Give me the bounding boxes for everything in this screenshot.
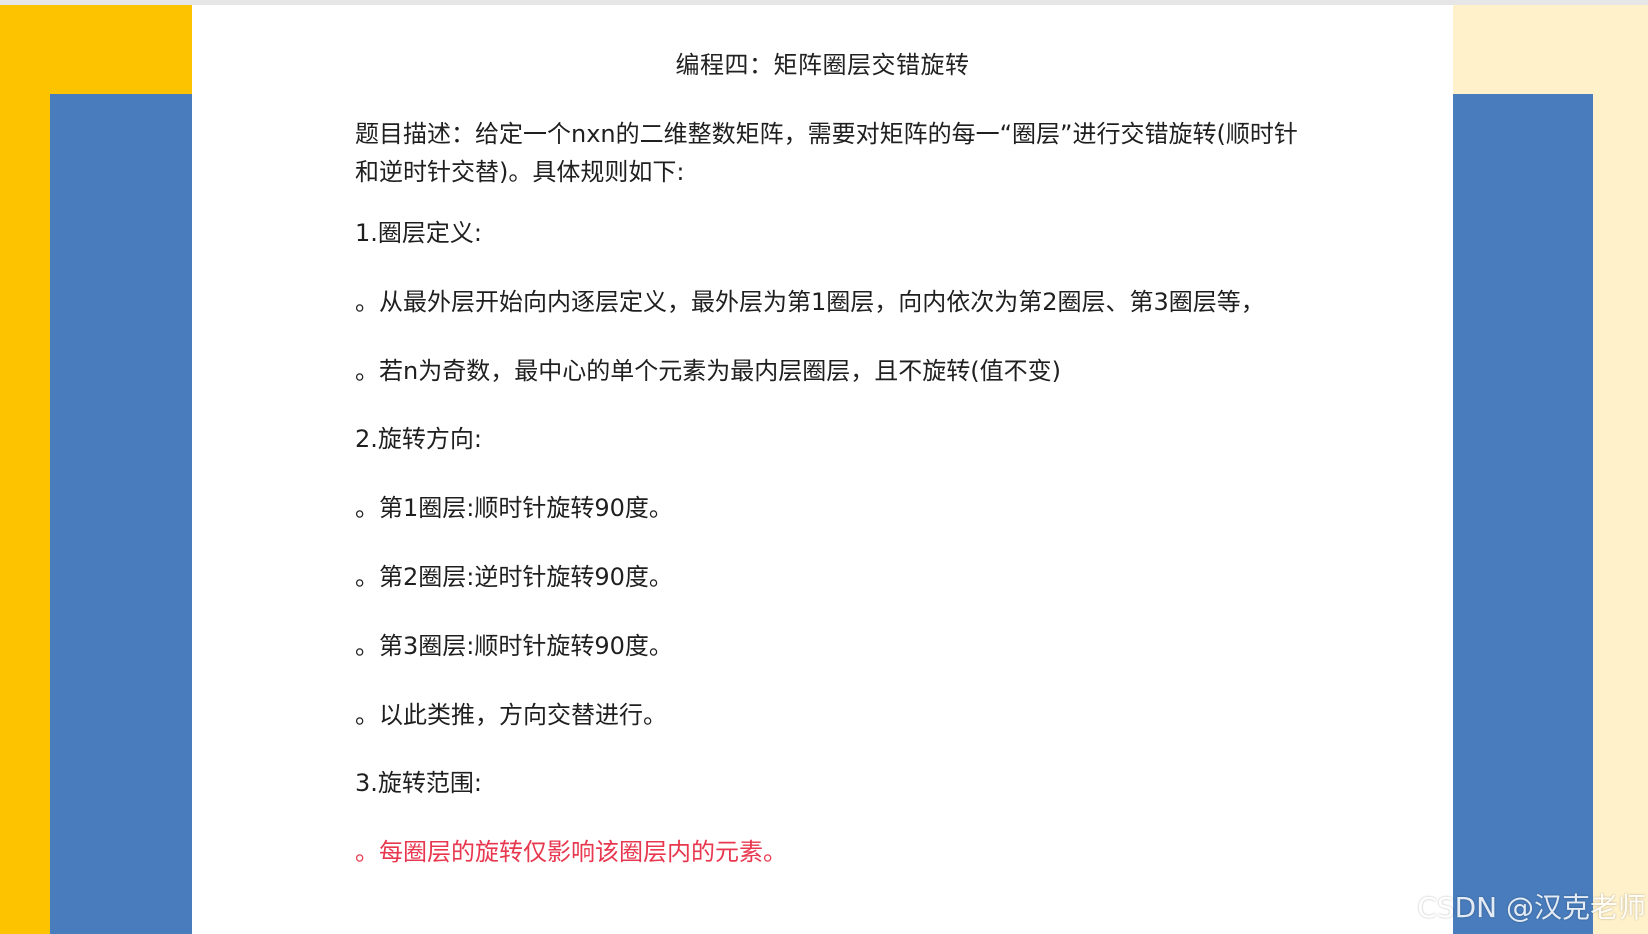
section-1-heading: 1.圈层定义: bbox=[355, 219, 482, 247]
section-2-heading: 2.旋转方向: bbox=[355, 425, 482, 453]
problem-description: 题目描述：给定一个nxn的二维整数矩阵，需要对矩阵的每一“圈层”进行交错旋转(顺… bbox=[355, 120, 1298, 186]
decor-blue-panel-left bbox=[50, 94, 192, 934]
watermark: CSDN @汉克老师 bbox=[1417, 891, 1646, 924]
page-title: 编程四：矩阵圈层交错旋转 bbox=[675, 51, 970, 79]
slide-page: 编程四：矩阵圈层交错旋转 题目描述：给定一个nxn的二维整数矩阵，需要对矩阵的每… bbox=[192, 5, 1453, 934]
decor-blue-panel-right bbox=[1453, 94, 1593, 934]
section-2-item-4: 。以此类推，方向交替进行。 bbox=[355, 701, 667, 729]
section-2-item-1: 。第1圈层:顺时针旋转90度。 bbox=[355, 494, 673, 522]
section-2-item-2: 。第2圈层:逆时针旋转90度。 bbox=[355, 563, 673, 591]
description-block: 题目描述：给定一个nxn的二维整数矩阵，需要对矩阵的每一“圈层”进行交错旋转(顺… bbox=[355, 115, 1315, 191]
section-2-item-3: 。第3圈层:顺时针旋转90度。 bbox=[355, 632, 673, 660]
section-1-item-1: 。从最外层开始向内逐层定义，最外层为第1圈层，向内依次为第2圈层、第3圈层等， bbox=[355, 288, 1265, 316]
section-3-item-1: 。每圈层的旋转仅影响该圈层内的元素。 bbox=[355, 838, 787, 866]
section-3-heading: 3.旋转范围: bbox=[355, 769, 482, 797]
section-1-item-2: 。若n为奇数，最中心的单个元素为最内层圈层，且不旋转(值不变) bbox=[355, 357, 1061, 385]
